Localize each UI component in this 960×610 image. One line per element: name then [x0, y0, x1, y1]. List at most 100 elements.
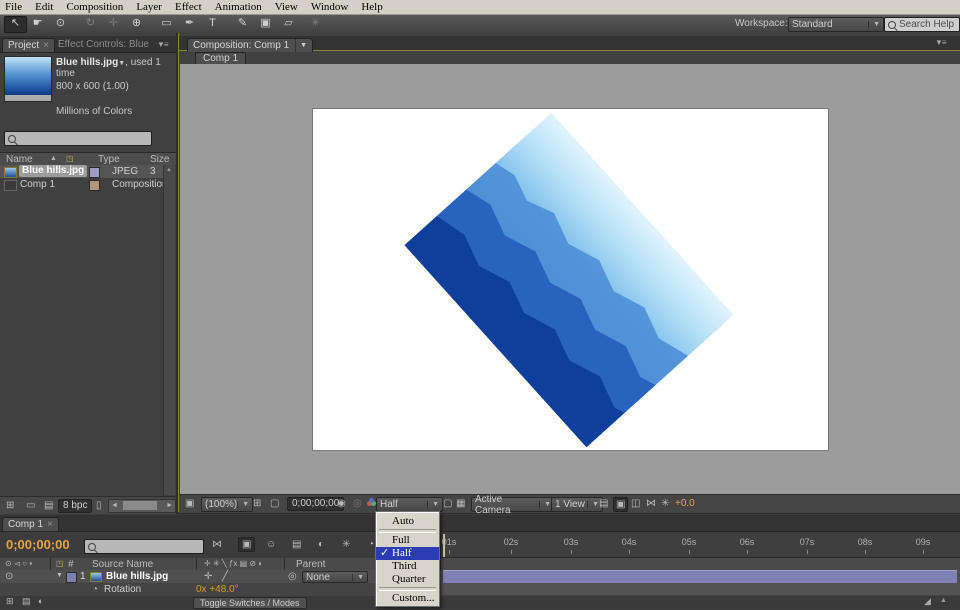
timeline-search-input[interactable]: [84, 539, 204, 554]
safe-margins-icon[interactable]: ⊞: [253, 498, 261, 509]
current-time-display[interactable]: 0;00;00;00: [6, 537, 70, 552]
table-row-blue-hills[interactable]: Blue hills.jpg JPEG 3: [0, 165, 163, 178]
layer-row[interactable]: ⊙ ▼ 1 Blue hills.jpg ✛ ╱ ◎ None▼: [0, 570, 960, 584]
resolution-dropdown[interactable]: Half▼: [376, 497, 443, 512]
magnification-dropdown[interactable]: (100%)▼: [201, 497, 253, 512]
label-chip[interactable]: [89, 180, 100, 191]
menu-composition[interactable]: Composition: [61, 1, 128, 13]
menu-view[interactable]: View: [270, 1, 303, 13]
mask-visibility-icon[interactable]: ▢: [270, 498, 279, 509]
viewer-timecode[interactable]: 0;00;00;00: [287, 497, 344, 511]
comp-image-blue-hills[interactable]: [404, 113, 733, 448]
label-chip[interactable]: [89, 167, 100, 178]
transparency-grid-icon[interactable]: ▦: [456, 498, 465, 509]
expand-av-icon[interactable]: ⊞: [6, 596, 14, 607]
pen-tool-icon[interactable]: ✒: [179, 16, 200, 31]
menu-layer[interactable]: Layer: [131, 1, 167, 13]
project-vscrollbar[interactable]: ▲: [163, 165, 175, 495]
menu-item-auto[interactable]: Auto: [376, 515, 439, 528]
chevron-down-icon[interactable]: ▼: [295, 39, 307, 52]
project-search-input[interactable]: [4, 131, 152, 146]
source-name-column[interactable]: Source Name: [92, 559, 153, 570]
menu-item-quarter[interactable]: Quarter: [376, 573, 439, 586]
region-of-interest-icon[interactable]: ▢: [443, 498, 452, 509]
grid-guides-icon[interactable]: ▤: [599, 498, 608, 509]
channel-blue-icon[interactable]: [369, 498, 374, 503]
puppet-pin-tool-icon[interactable]: ✳: [305, 16, 326, 31]
property-value[interactable]: 0x +48.0°: [196, 584, 239, 595]
project-hscrollbar[interactable]: ◄ ►: [108, 499, 176, 513]
selection-tool-icon[interactable]: ↖: [4, 16, 27, 33]
layer-duration-bar[interactable]: [443, 570, 957, 584]
scroll-up-icon[interactable]: ▲: [940, 597, 947, 604]
scroll-up-icon[interactable]: ▲: [166, 167, 172, 173]
menu-window[interactable]: Window: [306, 1, 353, 13]
pixel-aspect-correction-icon[interactable]: ◫: [631, 498, 640, 509]
type-tool-icon[interactable]: T: [202, 16, 223, 31]
menu-edit[interactable]: Edit: [30, 1, 58, 13]
frame-blend-icon[interactable]: ▤: [292, 539, 301, 550]
zoom-tool-icon[interactable]: ⊙: [50, 16, 71, 31]
new-folder-icon[interactable]: ▭: [26, 500, 35, 511]
panel-menu-icon[interactable]: ▼≡: [935, 38, 946, 47]
menu-file[interactable]: File: [0, 1, 27, 13]
panel-menu-icon[interactable]: ▼≡: [157, 40, 168, 49]
view-layout-dropdown[interactable]: 1 View▼: [551, 497, 603, 512]
snapshot-icon[interactable]: ◉: [337, 498, 346, 509]
draft-3d-icon[interactable]: ▣: [238, 537, 255, 552]
rotation-tool-icon[interactable]: ↻: [80, 16, 101, 31]
exposure-icon[interactable]: ✳: [661, 498, 669, 509]
motion-blur-icon[interactable]: ◐: [318, 539, 324, 550]
bpc-button[interactable]: 8 bpc: [58, 499, 92, 513]
close-icon[interactable]: ×: [47, 519, 53, 530]
workspace-dropdown[interactable]: Standard ▼: [788, 17, 884, 32]
current-view-icon[interactable]: ▣: [613, 497, 628, 512]
brainstorm-icon[interactable]: ✳: [342, 539, 350, 550]
scroll-thumb[interactable]: [123, 501, 157, 510]
trash-icon[interactable]: ▯: [96, 500, 102, 511]
close-icon[interactable]: ×: [43, 40, 49, 51]
column-size[interactable]: Size: [150, 154, 169, 165]
hand-tool-icon[interactable]: ☛: [27, 16, 48, 31]
expand-keys-icon[interactable]: ▤: [22, 596, 31, 607]
brush-tool-icon[interactable]: ✎: [232, 16, 253, 31]
column-name[interactable]: Name: [6, 154, 33, 165]
tab-comp1-timeline[interactable]: Comp 1×: [2, 517, 59, 531]
menu-item-full[interactable]: Full: [376, 534, 439, 547]
comp-viewer[interactable]: [180, 64, 960, 494]
layer-label-chip[interactable]: [66, 572, 77, 583]
search-help-box[interactable]: Search Help: [884, 17, 960, 32]
scroll-right-icon[interactable]: ►: [166, 502, 173, 509]
pickwhip-icon[interactable]: ◎: [288, 571, 297, 582]
eraser-tool-icon[interactable]: ▱: [278, 16, 299, 31]
layer-switch-quality-icon[interactable]: ╱: [222, 571, 228, 582]
mini-flowchart-icon[interactable]: ⋈: [646, 498, 656, 509]
parent-column[interactable]: Parent: [296, 559, 325, 570]
expand-graph-icon[interactable]: ◐: [38, 596, 43, 606]
table-row-comp1[interactable]: Comp 1 Composition: [0, 178, 163, 191]
exposure-value[interactable]: +0.0: [675, 498, 695, 509]
column-type[interactable]: Type: [98, 154, 120, 165]
layer-name[interactable]: Blue hills.jpg: [106, 571, 168, 582]
time-ruler[interactable]: 01s 02s 03s 04s 05s 06s 07s 08s 09s: [440, 534, 960, 558]
clone-stamp-tool-icon[interactable]: ▣: [255, 16, 276, 31]
footage-thumbnail[interactable]: [4, 56, 52, 102]
toggle-switches-modes-button[interactable]: Toggle Switches / Modes: [193, 597, 307, 609]
auto-keyframe-icon[interactable]: ◔: [368, 539, 374, 550]
always-preview-icon[interactable]: ▣: [185, 498, 194, 509]
shy-layers-icon[interactable]: ☺: [266, 539, 276, 550]
layer-switch-anchor-icon[interactable]: ✛: [204, 571, 212, 582]
new-composition-icon[interactable]: ▤: [44, 500, 53, 511]
menu-help[interactable]: Help: [356, 1, 387, 13]
menu-item-third[interactable]: Third: [376, 560, 439, 573]
tab-effect-controls[interactable]: Effect Controls: Blue h: [58, 39, 152, 50]
menu-item-custom[interactable]: Custom...: [376, 592, 439, 605]
eye-icon[interactable]: ⊙: [5, 571, 13, 582]
composition-mini-flowchart-icon[interactable]: ⋈: [212, 539, 222, 550]
camera-view-dropdown[interactable]: Active Camera▼: [471, 497, 555, 512]
menu-effect[interactable]: Effect: [170, 1, 207, 13]
stopwatch-icon[interactable]: ◔: [92, 584, 98, 595]
camera-tool-icon[interactable]: ✛: [103, 16, 124, 31]
show-snapshot-icon[interactable]: ◎: [353, 498, 362, 509]
timeline-zoom-mountain-icon[interactable]: ◢: [924, 596, 931, 607]
